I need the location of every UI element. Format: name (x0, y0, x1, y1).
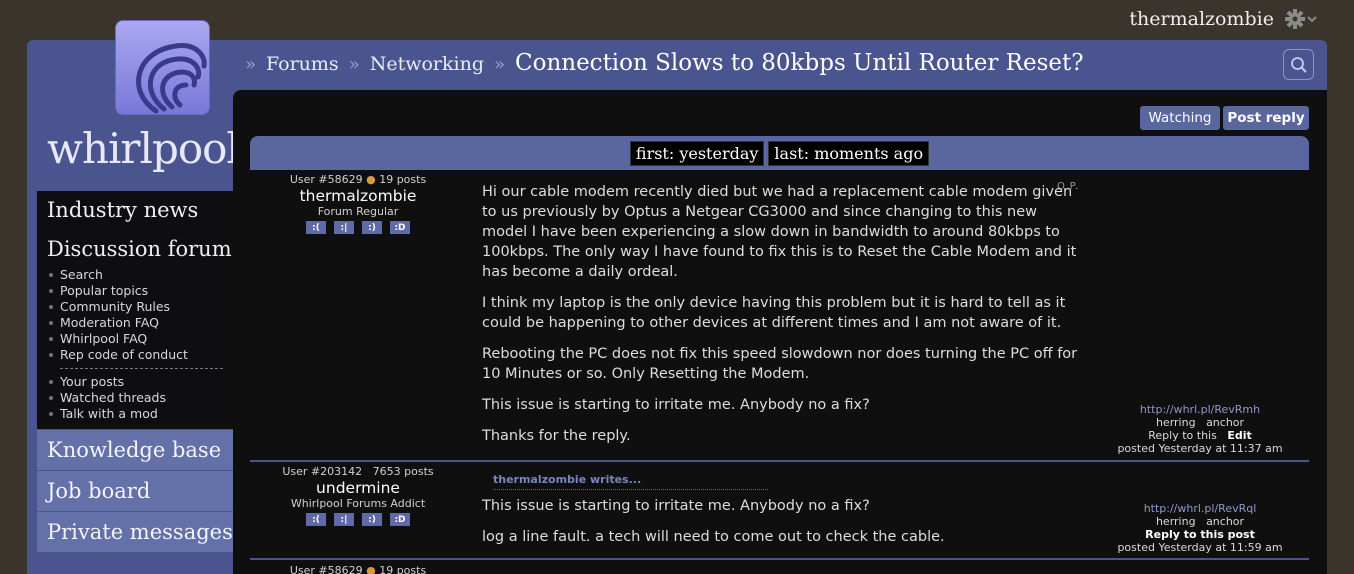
post-reply-button[interactable]: Post reply (1223, 106, 1309, 130)
breadcrumb-separator: » (493, 54, 505, 75)
online-dot: ● (366, 564, 376, 574)
sidebar-link-popular-topics[interactable]: Popular topics (47, 283, 233, 299)
sidebar-item-job-board[interactable]: Job board (37, 471, 233, 511)
whirlpool-logo-icon[interactable] (115, 20, 210, 115)
sidebar-link-watched-threads[interactable]: Watched threads (47, 390, 233, 406)
post-paragraph: log a line fault. a tech will need to co… (482, 529, 945, 545)
post-count: 19 posts (379, 564, 427, 574)
user-meta: User #58629 ● 19 posts (250, 173, 466, 186)
sidebar-item-private-messages[interactable]: Private messages (37, 512, 233, 552)
user-id[interactable]: User #203142 (282, 465, 362, 478)
post-author: User #58629 ● 19 posts thermalzombie For… (250, 173, 466, 234)
username-link[interactable]: thermalzombie (1129, 8, 1274, 30)
sidebar-link-community-rules[interactable]: Community Rules (47, 299, 233, 315)
vote-sad-button[interactable]: :( (306, 221, 326, 234)
post-divider (250, 460, 1309, 462)
author-rank: Whirlpool Forums Addict (290, 497, 426, 510)
post-paragraph: Hi our cable modem recently died but we … (482, 184, 1077, 280)
online-dot: ● (366, 173, 376, 186)
post-count: 19 posts (379, 173, 427, 186)
post-body: Hi our cable modem recently died but we … (482, 182, 1082, 457)
breadcrumb: » Forums » Networking » Connection Slows… (245, 50, 1084, 76)
thread-meta-bar: first: yesterday last: moments ago (250, 136, 1309, 170)
sidebar-item-industry-news[interactable]: Industry news (37, 191, 233, 231)
post-footer: http://whrl.pl/RevRmh herring anchor Rep… (1105, 403, 1295, 455)
sidebar-link-moderation-faq[interactable]: Moderation FAQ (47, 315, 233, 331)
edit-link[interactable]: Edit (1227, 429, 1251, 442)
breadcrumb-separator: » (348, 54, 360, 75)
sidebar-item-knowledge-base[interactable]: Knowledge base (37, 430, 233, 470)
reply-to-link[interactable]: Reply to this (1148, 429, 1217, 442)
post-timestamp: posted Yesterday at 11:59 am (1117, 541, 1283, 554)
vote-sad-button[interactable]: :( (306, 513, 326, 526)
reply-to-link[interactable]: Reply to this post (1105, 528, 1295, 541)
first-post-link[interactable]: first: yesterday (629, 140, 765, 166)
sidebar-link-your-posts[interactable]: Your posts (47, 374, 233, 390)
page-title: Connection Slows to 80kbps Until Router … (515, 50, 1084, 76)
post-author: User #203142 7653 posts undermine Whirlp… (250, 465, 466, 526)
post-author: User #58629 ● 19 posts (250, 564, 466, 574)
sidebar-item-discussion-forum[interactable]: Discussion forum (37, 231, 233, 267)
sidebar-link-search[interactable]: Search (47, 267, 233, 283)
vote-neutral-button[interactable]: :| (334, 221, 354, 234)
search-icon (1290, 56, 1307, 73)
post-body: This issue is starting to irritate me. A… (482, 496, 1082, 558)
author-name[interactable]: thermalzombie (250, 187, 466, 205)
sidebar-link-talk-with-mod[interactable]: Talk with a mod (47, 406, 233, 422)
post-footer: http://whrl.pl/RevRql herring anchor Rep… (1105, 502, 1295, 554)
sidebar-forum-links: Search Popular topics Community Rules Mo… (37, 265, 233, 429)
post-divider (250, 558, 1309, 560)
post-paragraph: I think my laptop is the only device hav… (482, 295, 1066, 331)
quote-attribution[interactable]: thermalzombie writes... (493, 473, 768, 490)
user-menu: thermalzombie (1129, 8, 1318, 30)
breadcrumb-separator: » (245, 54, 257, 75)
user-id[interactable]: User #58629 (290, 564, 363, 574)
user-meta: User #203142 7653 posts (250, 465, 466, 478)
anchor-link[interactable]: anchor (1206, 515, 1244, 528)
last-post-link[interactable]: last: moments ago (768, 140, 930, 166)
quoted-text: This issue is starting to irritate me. A… (482, 498, 870, 514)
anchor-link[interactable]: anchor (1206, 416, 1244, 429)
vote-grin-button[interactable]: :D (390, 221, 410, 234)
post-count: 7653 posts (372, 465, 434, 478)
breadcrumb-networking[interactable]: Networking (370, 53, 484, 75)
gear-icon[interactable] (1284, 8, 1318, 30)
author-name[interactable]: undermine (250, 479, 466, 497)
user-meta: User #58629 ● 19 posts (250, 564, 466, 574)
herring-link[interactable]: herring (1156, 416, 1196, 429)
post-paragraph: This issue is starting to irritate me. A… (482, 397, 870, 413)
vote-happy-button[interactable]: :) (362, 513, 382, 526)
post-paragraph: Thanks for the reply. (482, 428, 631, 444)
vote-happy-button[interactable]: :) (362, 221, 382, 234)
sidebar-link-rep-code[interactable]: Rep code of conduct (47, 347, 233, 363)
author-rank: Forum Regular (317, 205, 399, 218)
post-timestamp: posted Yesterday at 11:37 am (1117, 442, 1283, 455)
sidebar-link-whirlpool-faq[interactable]: Whirlpool FAQ (47, 331, 233, 347)
watching-button[interactable]: Watching (1140, 106, 1220, 130)
logo-wordmark[interactable]: whirlpool (47, 124, 240, 173)
post-paragraph: Rebooting the PC does not fix this speed… (482, 346, 1078, 382)
short-link[interactable]: http://whrl.pl/RevRql (1105, 502, 1295, 515)
herring-link[interactable]: herring (1156, 515, 1196, 528)
vote-grin-button[interactable]: :D (390, 513, 410, 526)
vote-buttons: :( :| :) :D (250, 513, 466, 526)
vote-neutral-button[interactable]: :| (334, 513, 354, 526)
breadcrumb-forums[interactable]: Forums (266, 53, 339, 75)
vote-buttons: :( :| :) :D (250, 221, 466, 234)
user-id[interactable]: User #58629 (290, 173, 363, 186)
sidebar-divider (60, 368, 223, 369)
search-button[interactable] (1283, 49, 1314, 80)
short-link[interactable]: http://whrl.pl/RevRmh (1105, 403, 1295, 416)
